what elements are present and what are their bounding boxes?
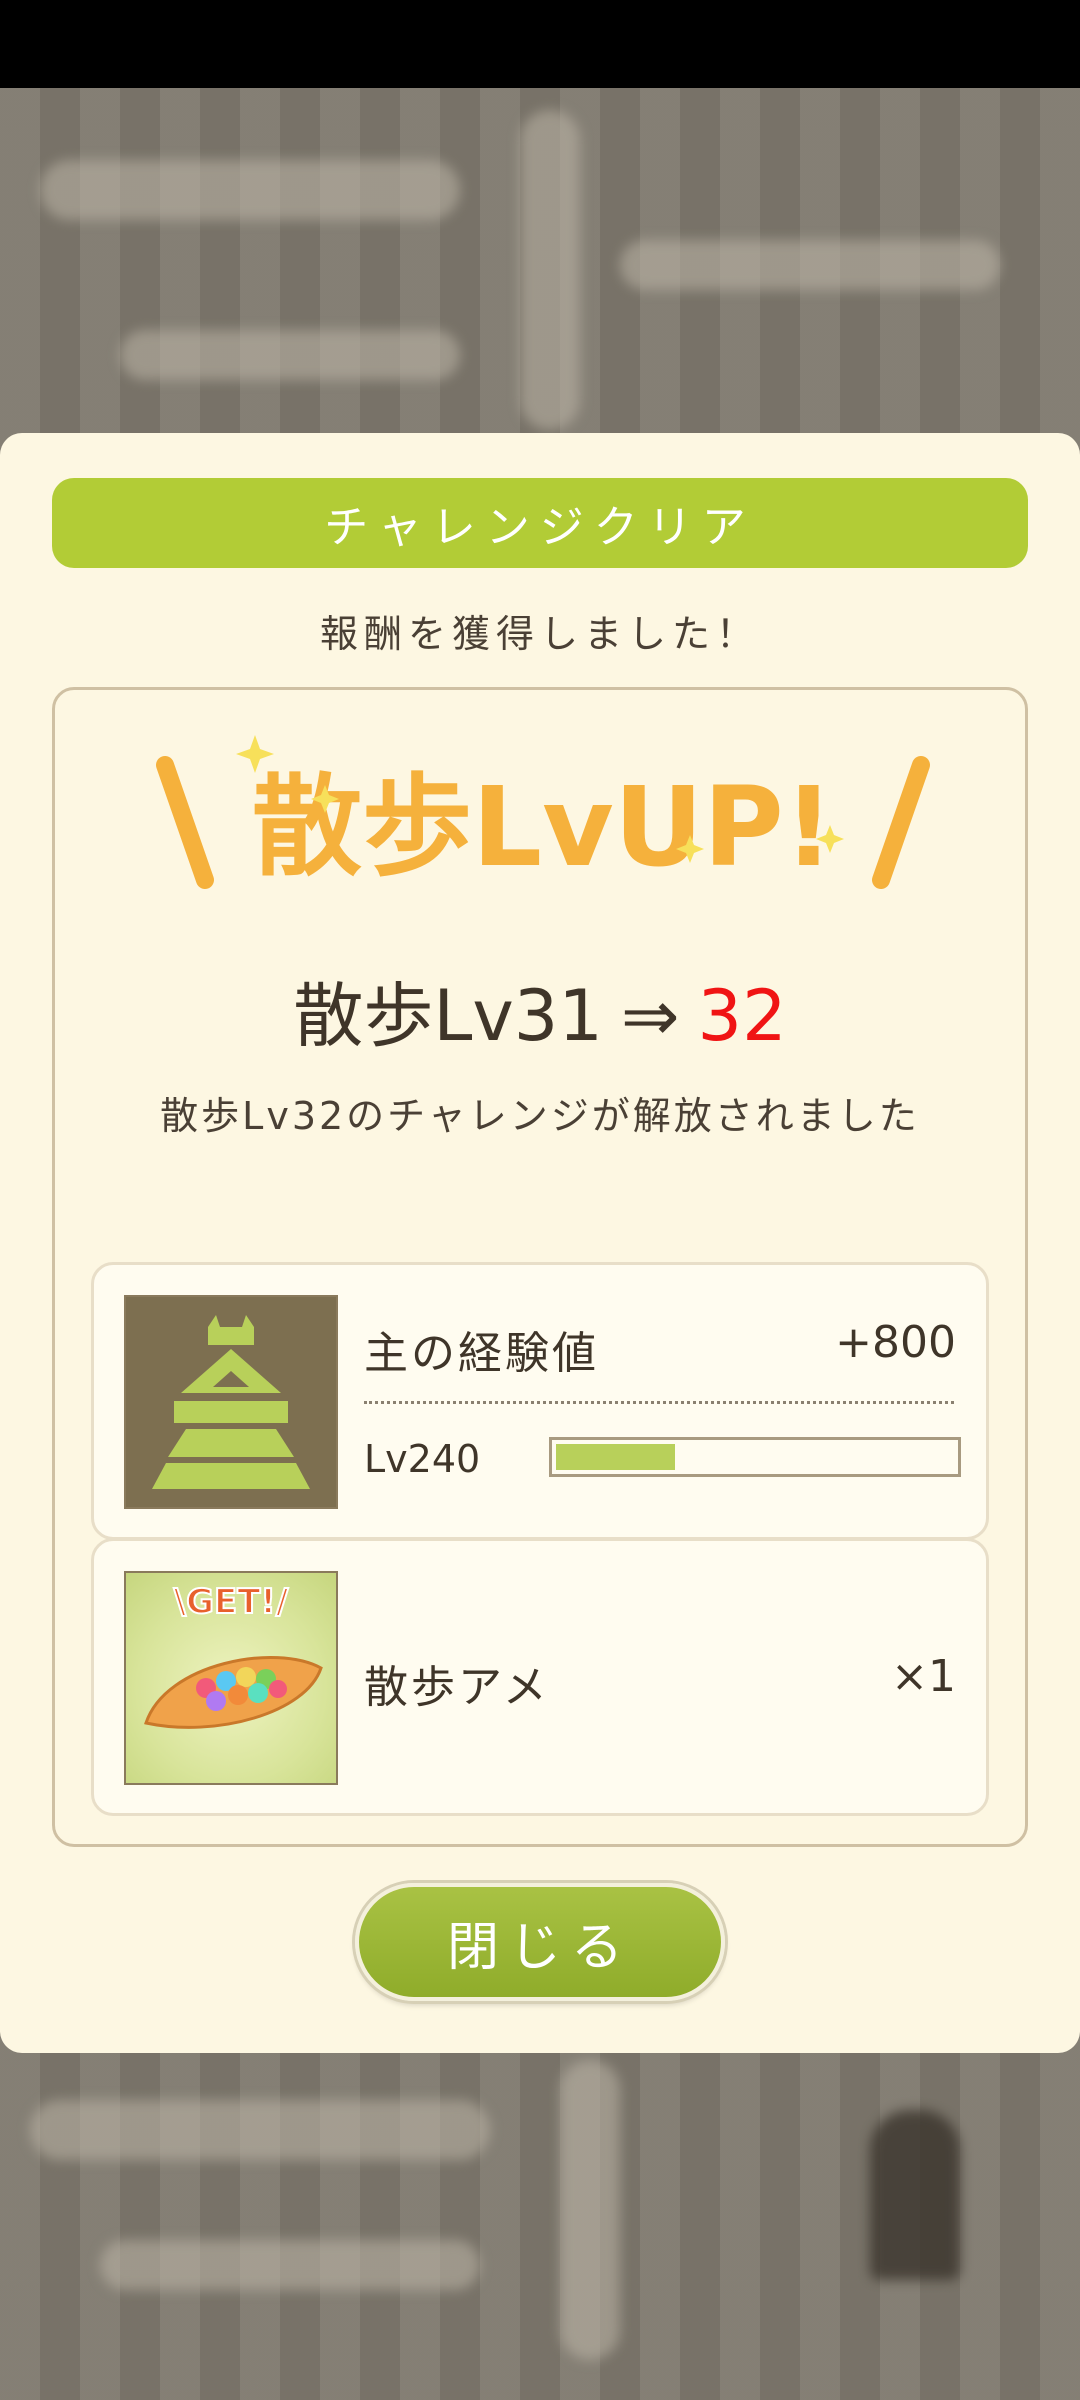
dialog-subtitle: 報酬を獲得しました！	[319, 612, 760, 656]
exp-reward-card: 主の経験値 +800 Lv240	[91, 1262, 989, 1540]
reward-dialog: チャレンジクリア 報酬を獲得しました！ 散歩LvUP! 散歩Lv31 ⇒ 32 散歩…	[0, 433, 1080, 2053]
character-figure	[870, 2110, 960, 2280]
new-level: 32	[697, 975, 787, 1057]
dialog-header: チャレンジクリア	[52, 478, 1028, 568]
divider	[364, 1401, 954, 1404]
reward-panel: 散歩LvUP! 散歩Lv31⇒32 散歩Lv32のチャレンジが解放されました	[52, 687, 1028, 1847]
item-reward-card: \GET!/ 散歩アメ ×1	[91, 1538, 989, 1816]
player-level: Lv240	[364, 1437, 481, 1481]
exp-progress-bar	[549, 1437, 961, 1477]
level-up-title: 散歩LvUP!	[252, 763, 834, 891]
exp-progress-fill	[556, 1444, 675, 1470]
exp-value: +800	[835, 1317, 956, 1368]
castle-icon	[124, 1295, 338, 1509]
level-up-banner: 散歩LvUP!	[156, 735, 930, 891]
status-bar	[0, 0, 1080, 88]
arrow-icon: ⇒	[620, 975, 680, 1057]
level-change: 散歩Lv31 ⇒ 32	[55, 960, 1025, 1061]
walk-candy-icon: \GET!/	[124, 1571, 338, 1785]
item-label: 散歩アメ	[364, 1662, 550, 1713]
get-badge: \GET!/	[174, 1582, 289, 1622]
old-level: 散歩Lv31	[293, 975, 603, 1057]
exp-label: 主の経験値	[364, 1328, 599, 1379]
unlock-message: 散歩Lv32のチャレンジが解放されました	[160, 1094, 920, 1138]
close-button[interactable]: 閉じる	[355, 1883, 725, 2001]
item-quantity: ×1	[891, 1651, 956, 1702]
